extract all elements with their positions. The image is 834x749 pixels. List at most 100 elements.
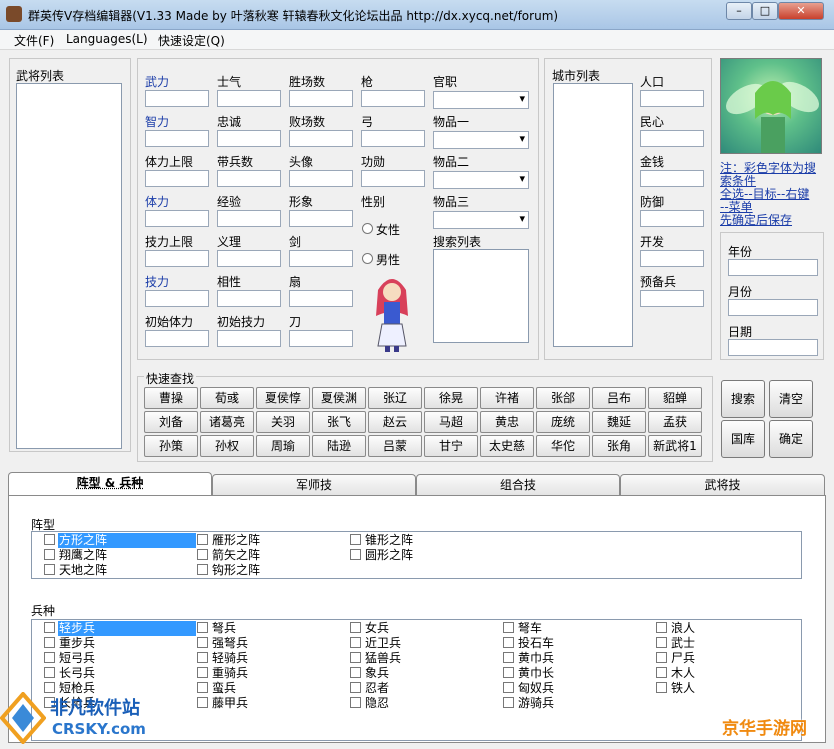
close-button[interactable]: ✕ (778, 2, 824, 20)
stat-input[interactable] (145, 130, 209, 147)
quick-search-button[interactable]: 荀彧 (200, 387, 254, 409)
formation-option[interactable]: 钩形之阵 (197, 563, 261, 578)
checkbox[interactable] (197, 652, 208, 663)
item1-combo[interactable] (433, 131, 529, 149)
quick-search-button[interactable]: 马超 (424, 411, 478, 433)
checkbox[interactable] (44, 652, 55, 663)
search-button[interactable]: 搜索 (721, 380, 765, 418)
tab-strategist-skills[interactable]: 军师技 (212, 474, 416, 495)
checkbox[interactable] (197, 549, 208, 560)
quick-search-button[interactable]: 孙策 (144, 435, 198, 457)
troop-option[interactable]: 弩车 (503, 621, 543, 636)
quick-search-button[interactable]: 貂蝉 (648, 387, 702, 409)
formation-option[interactable]: 翔鹰之阵 (44, 548, 108, 563)
quick-search-button[interactable]: 曹操 (144, 387, 198, 409)
checkbox[interactable] (656, 652, 667, 663)
tab-combo-skills[interactable]: 组合技 (416, 474, 620, 495)
checkbox[interactable] (503, 637, 514, 648)
quick-search-button[interactable]: 许褚 (480, 387, 534, 409)
day-input[interactable] (728, 339, 818, 356)
formation-option[interactable]: 箭矢之阵 (197, 548, 261, 563)
stat-input[interactable] (361, 130, 425, 147)
formation-option[interactable]: 雁形之阵 (197, 533, 261, 548)
stat-input[interactable] (217, 210, 281, 227)
city-field-input[interactable] (640, 210, 704, 227)
quick-search-button[interactable]: 张飞 (312, 411, 366, 433)
city-field-input[interactable] (640, 130, 704, 147)
treasury-button[interactable]: 国库 (721, 420, 765, 458)
stat-input[interactable] (289, 90, 353, 107)
stat-input[interactable] (145, 90, 209, 107)
quick-search-button[interactable]: 吕蒙 (368, 435, 422, 457)
troop-option[interactable]: 短弓兵 (44, 651, 96, 666)
menu-file[interactable]: 文件(F) (14, 32, 54, 49)
checkbox[interactable] (44, 549, 55, 560)
checkbox[interactable] (350, 549, 361, 560)
city-field-input[interactable] (640, 290, 704, 307)
quick-search-button[interactable]: 庞统 (536, 411, 590, 433)
quick-search-button[interactable]: 甘宁 (424, 435, 478, 457)
quick-search-button[interactable]: 张辽 (368, 387, 422, 409)
quick-search-button[interactable]: 华佗 (536, 435, 590, 457)
formation-option[interactable]: 天地之阵 (44, 563, 108, 578)
quick-search-button[interactable]: 黄忠 (480, 411, 534, 433)
stat-input[interactable] (145, 170, 209, 187)
checkbox[interactable] (197, 534, 208, 545)
stat-input[interactable] (361, 90, 425, 107)
troop-option[interactable]: 忍者 (350, 681, 390, 696)
stat-input[interactable] (217, 170, 281, 187)
checkbox[interactable] (656, 637, 667, 648)
stat-input[interactable] (217, 250, 281, 267)
quick-search-button[interactable]: 太史慈 (480, 435, 534, 457)
stat-input[interactable] (289, 250, 353, 267)
tab-general-skills[interactable]: 武将技 (620, 474, 825, 495)
city-field-input[interactable] (640, 250, 704, 267)
troop-option[interactable]: 游骑兵 (503, 696, 555, 711)
quick-search-button[interactable]: 关羽 (256, 411, 310, 433)
checkbox[interactable] (350, 637, 361, 648)
checkbox[interactable] (503, 622, 514, 633)
troop-option[interactable]: 长弓兵 (44, 666, 96, 681)
menu-languages[interactable]: Languages(L) (66, 32, 148, 46)
checkbox[interactable] (197, 622, 208, 633)
checkbox[interactable] (197, 697, 208, 708)
troop-option[interactable]: 投石车 (503, 636, 555, 651)
gender-radio[interactable] (362, 223, 373, 234)
item2-combo[interactable] (433, 171, 529, 189)
troop-option[interactable]: 铁人 (656, 681, 696, 696)
year-input[interactable] (728, 259, 818, 276)
checkbox[interactable] (197, 682, 208, 693)
stat-input[interactable] (289, 170, 353, 187)
quick-search-button[interactable]: 诸葛亮 (200, 411, 254, 433)
checkbox[interactable] (503, 667, 514, 678)
rank-combo[interactable] (433, 91, 529, 109)
quick-search-button[interactable]: 孙权 (200, 435, 254, 457)
stat-input[interactable] (145, 210, 209, 227)
quick-search-button[interactable]: 夏侯惇 (256, 387, 310, 409)
quick-search-button[interactable]: 陆逊 (312, 435, 366, 457)
checkbox[interactable] (197, 564, 208, 575)
checkbox[interactable] (350, 652, 361, 663)
stat-input[interactable] (145, 290, 209, 307)
confirm-button[interactable]: 确定 (769, 420, 813, 458)
gender-radio[interactable] (362, 253, 373, 264)
troop-option[interactable]: 隐忍 (350, 696, 390, 711)
troop-option[interactable]: 强弩兵 (197, 636, 249, 651)
checkbox[interactable] (350, 534, 361, 545)
city-field-input[interactable] (640, 170, 704, 187)
general-listbox[interactable] (16, 83, 122, 449)
troop-option[interactable]: 匈奴兵 (503, 681, 555, 696)
city-field-input[interactable] (640, 90, 704, 107)
clear-button[interactable]: 清空 (769, 380, 813, 418)
tab-formation-troops[interactable]: 阵型 & 兵种 (8, 472, 212, 496)
formation-option[interactable]: 方形之阵 (44, 533, 196, 548)
maximize-button[interactable]: □ (752, 2, 778, 20)
checkbox[interactable] (503, 697, 514, 708)
month-input[interactable] (728, 299, 818, 316)
quick-search-button[interactable]: 孟获 (648, 411, 702, 433)
checkbox[interactable] (656, 622, 667, 633)
title-bar[interactable]: 群英传V存档编辑器(V1.33 Made by 叶落秋寒 轩辕春秋文化论坛出品 … (0, 0, 834, 30)
checkbox[interactable] (350, 697, 361, 708)
troop-option[interactable]: 尸兵 (656, 651, 696, 666)
troop-option[interactable]: 浪人 (656, 621, 696, 636)
